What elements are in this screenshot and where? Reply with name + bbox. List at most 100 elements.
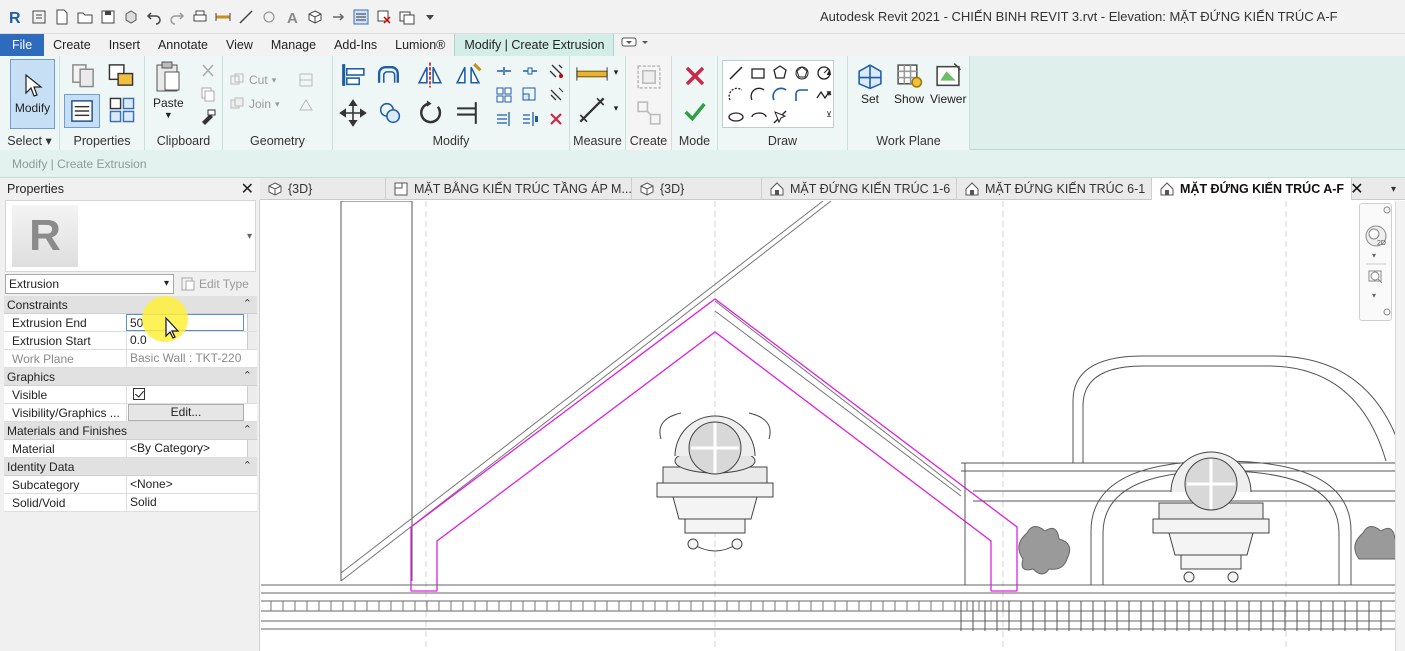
collapse-icon[interactable]: ⌃ <box>243 459 252 472</box>
edit-type-button[interactable]: Edit Type <box>180 276 249 292</box>
paste-button[interactable]: Paste ▼ <box>153 60 184 120</box>
copy-element-icon[interactable] <box>375 98 405 128</box>
tag-icon[interactable] <box>259 7 279 27</box>
drawing-canvas[interactable] <box>261 201 1395 651</box>
trim-extend-icon[interactable] <box>453 98 483 128</box>
show-work-plane-button[interactable]: Show <box>894 62 924 106</box>
close-hidden-icon[interactable] <box>374 7 394 27</box>
create-similar-icon[interactable] <box>634 98 664 128</box>
tab-lumion[interactable]: Lumion® <box>386 34 454 56</box>
folder-icon[interactable] <box>75 7 95 27</box>
move-icon[interactable] <box>338 98 368 128</box>
visibility-edit-button[interactable]: Edit... <box>128 404 244 421</box>
row-button[interactable] <box>247 314 257 331</box>
tab-manage[interactable]: Manage <box>262 34 325 56</box>
split-gap-icon[interactable] <box>519 60 541 82</box>
thin-lines-icon[interactable] <box>351 7 371 27</box>
measure-dropdown-icon[interactable]: ▾ <box>610 66 622 78</box>
paste-dropdown-icon[interactable]: ▼ <box>164 110 173 120</box>
vertical-scrollbar[interactable] <box>1395 201 1405 651</box>
dimension-dropdown-icon[interactable]: ▾ <box>610 102 622 114</box>
open-icon[interactable] <box>29 7 49 27</box>
copy-icon[interactable] <box>197 83 219 105</box>
join-geometry-button[interactable]: Join ▾ <box>229 96 280 112</box>
tab-add-ins[interactable]: Add-Ins <box>325 34 386 56</box>
view-tab[interactable]: MẶT ĐỨNG KIẾN TRÚC 6-1 <box>957 178 1152 200</box>
circumscribed-polygon-icon[interactable] <box>791 62 813 84</box>
property-group-header[interactable]: Graphics ⌃ <box>4 368 257 386</box>
property-value[interactable]: Solid <box>126 494 244 511</box>
aligned-dimension-icon[interactable] <box>574 94 610 126</box>
property-group-header[interactable]: Materials and Finishes ⌃ <box>4 422 257 440</box>
zoom-region-icon[interactable] <box>1368 270 1383 284</box>
close-icon[interactable]: ✕ <box>241 179 254 199</box>
rotate-icon[interactable] <box>415 98 445 128</box>
tab-modify-create-extrusion[interactable]: Modify | Create Extrusion <box>454 34 615 56</box>
create-group-icon[interactable] <box>634 62 664 92</box>
trim-multiple-icon[interactable] <box>519 108 541 130</box>
row-button[interactable] <box>247 440 257 457</box>
steering-wheel-icon[interactable]: 2D <box>1365 225 1387 247</box>
row-button[interactable] <box>247 332 257 349</box>
tangent-arc-icon[interactable] <box>769 84 791 106</box>
mirror-axis-icon[interactable] <box>415 60 445 90</box>
ellipse-icon[interactable] <box>725 106 747 128</box>
tab-annotate[interactable]: Annotate <box>149 34 217 56</box>
offset-icon[interactable] <box>375 60 405 90</box>
gallery-scroll-up-icon[interactable]: ▲ <box>823 65 835 79</box>
tab-file[interactable]: File <box>0 34 45 56</box>
view-tab[interactable]: MẶT ĐỨNG KIẾN TRÚC 1-6 <box>762 178 957 200</box>
dimension-icon[interactable] <box>236 7 256 27</box>
set-work-plane-button[interactable]: Set <box>856 62 884 106</box>
measure-between-icon[interactable] <box>574 62 610 86</box>
unpin-icon[interactable] <box>545 84 567 106</box>
switch-windows-icon[interactable] <box>397 7 417 27</box>
type-properties-icon[interactable] <box>68 60 98 90</box>
view-tab[interactable]: MẶT ĐỨNG KIẾN TRÚC A-F ✕ <box>1152 178 1363 200</box>
line-icon[interactable] <box>725 62 747 84</box>
collapse-icon[interactable]: ⌃ <box>243 297 252 310</box>
property-group-header[interactable]: Constraints ⌃ <box>4 296 257 314</box>
element-filter-select[interactable]: Extrusion ▾ <box>5 274 174 294</box>
3d-view-icon[interactable] <box>305 7 325 27</box>
family-category-icon[interactable] <box>106 94 138 126</box>
navbar-dropdown-icon[interactable]: ▾ <box>1372 251 1376 260</box>
partial-ellipse-icon[interactable] <box>747 106 769 128</box>
customize-icon[interactable] <box>420 7 440 27</box>
trim-single-icon[interactable] <box>493 108 515 130</box>
match-properties-icon[interactable] <box>197 106 219 128</box>
print-icon[interactable] <box>190 7 210 27</box>
split-icon[interactable] <box>493 60 515 82</box>
zoom-dropdown-icon[interactable]: ▾ <box>1372 291 1376 300</box>
tab-create[interactable]: Create <box>44 34 100 56</box>
select-panel-label[interactable]: Select ▾ <box>0 133 59 148</box>
pin-icon[interactable] <box>545 60 567 82</box>
save-icon[interactable] <box>98 7 118 27</box>
finish-edit-mode-icon[interactable] <box>681 98 709 126</box>
gallery-expand-icon[interactable]: ⊻ <box>823 107 835 121</box>
inscribed-polygon-icon[interactable] <box>769 62 791 84</box>
undo-icon[interactable] <box>144 7 164 27</box>
navbar-options-icon[interactable] <box>1383 308 1391 316</box>
view-tab[interactable]: {3D} <box>632 178 762 200</box>
array-icon[interactable] <box>493 84 515 106</box>
new-icon[interactable] <box>52 7 72 27</box>
tab-view[interactable]: View <box>217 34 262 56</box>
visible-checkbox[interactable] <box>133 388 145 400</box>
property-value[interactable]: <None> <box>126 476 244 493</box>
viewer-button[interactable]: Viewer <box>930 62 966 106</box>
chevron-down-icon[interactable]: ▾ <box>247 231 252 242</box>
mirror-draw-axis-icon[interactable] <box>453 60 483 90</box>
properties-toggle-icon[interactable] <box>64 94 100 128</box>
wall-joins-icon[interactable] <box>295 69 317 91</box>
type-selector-preview[interactable]: R ▾ <box>5 200 256 272</box>
sync-icon[interactable] <box>121 7 141 27</box>
split-face-icon[interactable] <box>295 94 317 116</box>
text-icon[interactable]: A <box>282 7 302 27</box>
property-group-header[interactable]: Identity Data ⌃ <box>4 458 257 476</box>
row-button[interactable] <box>247 386 257 403</box>
fillet-arc-icon[interactable] <box>791 84 813 106</box>
family-types-icon[interactable] <box>106 60 136 90</box>
close-tab-icon[interactable]: ✕ <box>1350 179 1363 199</box>
center-ends-arc-icon[interactable] <box>747 84 769 106</box>
